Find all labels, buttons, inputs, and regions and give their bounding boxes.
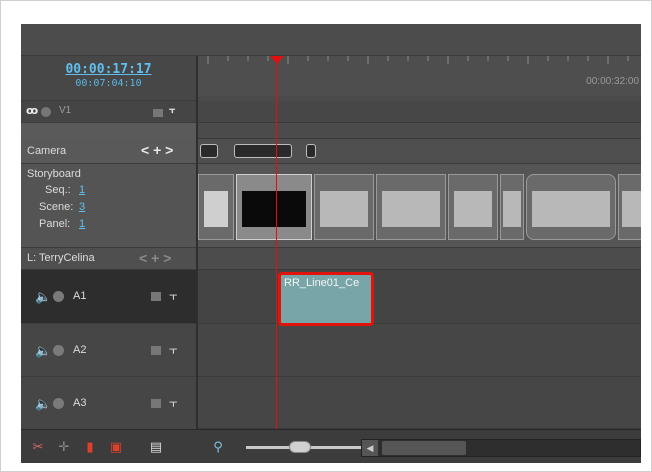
horizontal-scrollbar[interactable]: ◀ xyxy=(361,439,641,457)
camera-keyframe[interactable] xyxy=(200,144,218,158)
camera-label: Camera xyxy=(27,145,67,157)
track-header-a3[interactable]: 🔈 A3 ⫟ xyxy=(21,377,196,430)
track-label-v1: V1 xyxy=(59,105,72,116)
lock-icon[interactable] xyxy=(151,292,161,301)
seq-link[interactable]: 1 xyxy=(79,184,85,196)
track-label-a2: A2 xyxy=(73,344,87,356)
mute-dot-icon[interactable] xyxy=(53,291,64,302)
menu-icon[interactable]: ▤ xyxy=(149,440,163,454)
storyboard-panel[interactable] xyxy=(198,174,234,240)
playhead-handle[interactable] xyxy=(270,56,284,64)
speaker-icon[interactable]: 🔈 xyxy=(35,289,51,305)
insert-icon[interactable]: ▮ xyxy=(83,440,97,454)
speaker-icon[interactable]: 🔈 xyxy=(35,396,51,412)
zoom-slider-knob[interactable] xyxy=(289,441,311,453)
panel-label: Panel: xyxy=(39,218,71,230)
link-toggle-icon[interactable]: ⫟ xyxy=(169,287,177,304)
storyboard-panel[interactable] xyxy=(314,174,374,240)
lock-icon[interactable] xyxy=(151,399,161,408)
storyboard-panel[interactable] xyxy=(448,174,498,240)
timecode-display: 00:00:17:17 00:07:04:10 xyxy=(21,56,196,101)
storyboard-panel[interactable] xyxy=(618,174,641,240)
storyboard-panel[interactable] xyxy=(376,174,446,240)
camera-keyframe[interactable] xyxy=(306,144,316,158)
storyboard-panel[interactable] xyxy=(526,174,616,240)
timeline-view: 00:00:17:17 00:07:04:10 ꝏ V1 ⫟ Camera < … xyxy=(21,24,641,463)
track-storyboard[interactable] xyxy=(198,164,641,248)
timeline-toolbar: ✂ ✛ ▮ ▣ ▤ ⚲ ◀ xyxy=(21,429,641,463)
track-header-camera[interactable]: Camera < + > xyxy=(21,139,196,164)
screenshot-frame: 00:00:17:17 00:07:04:10 ꝏ V1 ⫟ Camera < … xyxy=(0,0,652,472)
panel-thumbnail xyxy=(320,191,368,227)
delete-icon[interactable]: ▣ xyxy=(109,440,123,454)
add-marker-icon[interactable]: ✛ xyxy=(57,440,71,454)
scene-link[interactable]: 3 xyxy=(79,201,85,213)
zoom-icon[interactable]: ⚲ xyxy=(211,440,225,454)
panel-thumbnail xyxy=(454,191,492,227)
ruler-time-label: 00:00:32:00 xyxy=(586,76,639,87)
split-icon[interactable]: ✂ xyxy=(31,440,45,454)
scrollbar-thumb[interactable] xyxy=(382,441,466,455)
track-camera[interactable] xyxy=(198,139,641,164)
track-spacer xyxy=(198,123,641,139)
storyboard-panel[interactable] xyxy=(500,174,524,240)
ruler-ticks xyxy=(207,56,629,64)
camera-keyframe-controls[interactable]: < + > xyxy=(141,142,173,158)
mute-dot-icon[interactable] xyxy=(41,107,51,117)
layer-label: L: TerryCelina xyxy=(27,252,95,264)
track-v1[interactable] xyxy=(198,101,641,123)
current-timecode[interactable]: 00:00:17:17 xyxy=(21,62,196,77)
playhead-line xyxy=(276,56,277,429)
audio-clip-label: RR_Line01_Ce xyxy=(284,277,360,289)
time-ruler[interactable]: 00:00:32:00 xyxy=(198,56,641,125)
layer-keyframe-controls[interactable]: < + > xyxy=(139,250,171,266)
track-header-a2[interactable]: 🔈 A2 ⫟ xyxy=(21,324,196,377)
speaker-icon[interactable]: 🔈 xyxy=(35,343,51,359)
track-headers: 00:00:17:17 00:07:04:10 ꝏ V1 ⫟ Camera < … xyxy=(21,56,198,430)
track-a1[interactable] xyxy=(198,270,641,324)
panel-thumbnail xyxy=(532,191,610,227)
link-toggle-icon[interactable]: ⫟ xyxy=(169,341,177,358)
scroll-left-icon[interactable]: ◀ xyxy=(362,440,378,456)
track-a3[interactable] xyxy=(198,377,641,429)
panel-thumbnail xyxy=(503,191,521,227)
lock-icon[interactable] xyxy=(153,109,163,117)
camera-keyframe[interactable] xyxy=(234,144,292,158)
track-header-a1[interactable]: 🔈 A1 ⫟ xyxy=(21,270,196,324)
track-header-storyboard: Storyboard Seq.: 1 Scene: 3 Panel: 1 xyxy=(21,164,196,248)
track-layer[interactable] xyxy=(198,248,641,270)
link-toggle-icon[interactable]: ⫟ xyxy=(169,104,176,117)
link-toggle-icon[interactable]: ⫟ xyxy=(169,394,177,411)
seq-label: Seq.: xyxy=(45,184,71,196)
track-a2[interactable] xyxy=(198,324,641,377)
panel-thumbnail xyxy=(242,191,306,227)
scene-label: Scene: xyxy=(39,201,74,213)
timeline-tracks: 00:00:32:00 RR_Line01_Ce xyxy=(198,24,641,429)
track-header-layer[interactable]: L: TerryCelina < + > xyxy=(21,248,196,270)
panel-thumbnail xyxy=(204,191,228,227)
lock-icon[interactable] xyxy=(151,346,161,355)
mute-dot-icon[interactable] xyxy=(53,345,64,356)
storyboard-title: Storyboard xyxy=(27,168,81,180)
storyboard-panel-selected[interactable] xyxy=(236,174,312,240)
audio-clip[interactable]: RR_Line01_Ce xyxy=(278,272,374,326)
link-icon[interactable]: ꝏ xyxy=(26,104,38,117)
panel-thumbnail xyxy=(382,191,440,227)
total-timecode: 00:07:04:10 xyxy=(75,78,142,89)
track-label-a3: A3 xyxy=(73,397,87,409)
mute-dot-icon[interactable] xyxy=(53,398,64,409)
track-label-a1: A1 xyxy=(73,290,87,302)
panel-thumbnail xyxy=(622,191,641,227)
track-header-v1[interactable]: ꝏ V1 ⫟ xyxy=(21,101,196,123)
panel-link[interactable]: 1 xyxy=(79,218,85,230)
